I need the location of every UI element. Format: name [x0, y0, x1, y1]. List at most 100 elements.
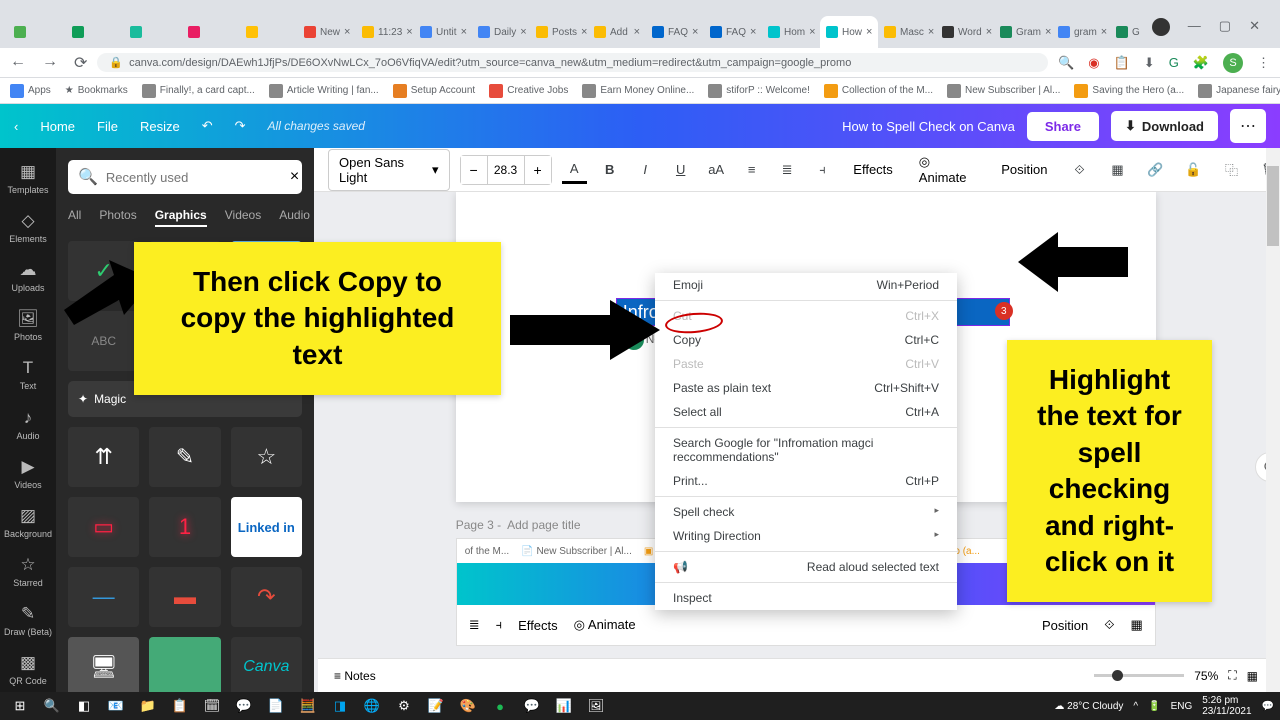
menu-icon[interactable]: ⋮ — [1257, 55, 1270, 71]
tab-active[interactable]: How× — [820, 16, 878, 48]
tab[interactable]: Daily× — [472, 16, 530, 48]
reload-button[interactable]: ⟳ — [74, 53, 87, 73]
ctx-paste[interactable]: PasteCtrl+V — [655, 352, 957, 376]
size-input[interactable] — [487, 156, 525, 184]
app-icon[interactable]: 📁 — [134, 694, 162, 718]
rail-elements[interactable]: ◇Elements — [0, 205, 56, 250]
search-input[interactable] — [106, 170, 282, 185]
ctx-emoji[interactable]: EmojiWin+Period — [655, 273, 957, 297]
tab-audio[interactable]: Audio — [279, 208, 310, 227]
bookmark[interactable]: Article Writing | fan... — [269, 84, 379, 98]
lock-icon[interactable]: 🔓 — [1179, 156, 1207, 184]
rail-templates[interactable]: ▦Templates — [0, 156, 56, 201]
copy-style-icon[interactable]: ⟐ — [1065, 156, 1093, 184]
position-button[interactable]: Position — [1042, 618, 1088, 633]
tab-all[interactable]: All — [68, 208, 81, 227]
tray-lang[interactable]: ENG — [1171, 701, 1193, 712]
link-icon[interactable]: 🔗 — [1141, 156, 1169, 184]
graphic-item[interactable]: — — [68, 567, 139, 627]
tab[interactable]: gram× — [1052, 16, 1110, 48]
copy-style-icon[interactable]: ⟐ — [1104, 617, 1114, 633]
tab[interactable]: New× — [298, 16, 356, 48]
position-button[interactable]: Position — [993, 157, 1055, 182]
bookmark[interactable]: Creative Jobs — [489, 84, 568, 98]
tab[interactable]: Hom× — [762, 16, 820, 48]
list-icon[interactable]: ≣ — [774, 156, 799, 184]
app-icon[interactable]: 📋 — [166, 694, 194, 718]
graphic-item[interactable]: ✎ — [149, 427, 220, 487]
graphic-item[interactable]: 1 — [149, 497, 220, 557]
tab[interactable]: Untit× — [414, 16, 472, 48]
ctx-select-all[interactable]: Select allCtrl+A — [655, 400, 957, 424]
bookmark[interactable]: New Subscriber | Al... — [947, 84, 1060, 98]
close-button[interactable]: ✕ — [1249, 18, 1260, 36]
graphic-item[interactable]: 🖥 — [68, 637, 139, 697]
spacing-icon[interactable]: ⫞ — [496, 617, 503, 633]
notifications-icon[interactable]: 💬 — [1262, 701, 1274, 712]
search-button[interactable]: 🔍 — [38, 694, 66, 718]
page-title-hint[interactable]: Add page title — [507, 518, 580, 532]
bold-button[interactable]: B — [597, 156, 622, 184]
app-icon[interactable]: 📊 — [550, 694, 578, 718]
tray-time[interactable]: 5:26 pm23/11/2021 — [1202, 695, 1251, 717]
animate-button[interactable]: ◎ Animate — [911, 149, 983, 190]
avatar-icon[interactable] — [1152, 18, 1170, 36]
grid-view-icon[interactable]: ▦ — [1247, 669, 1258, 683]
graphic-item[interactable]: ⇈ — [68, 427, 139, 487]
tab[interactable]: Gram× — [1110, 16, 1140, 48]
rail-background[interactable]: ▨Background — [0, 500, 56, 545]
file-menu[interactable]: File — [97, 119, 118, 134]
graphic-item[interactable]: ↷ — [231, 567, 302, 627]
tab[interactable] — [8, 16, 66, 48]
ctx-spell-check[interactable]: Spell check — [655, 500, 957, 524]
app-icon[interactable]: 💬 — [518, 694, 546, 718]
tab[interactable]: Add× — [588, 16, 646, 48]
ctx-inspect[interactable]: Inspect — [655, 586, 957, 610]
rail-text[interactable]: TText — [0, 352, 56, 397]
size-increase[interactable]: + — [525, 156, 551, 184]
rail-starred[interactable]: ☆Starred — [0, 549, 56, 594]
animate-button[interactable]: ◎ Animate — [574, 617, 636, 633]
zoom-value[interactable]: 75% — [1194, 669, 1218, 683]
app-icon[interactable]: 🗓 — [198, 694, 226, 718]
app-icon[interactable]: ● — [486, 694, 514, 718]
download-button[interactable]: ⬇Download — [1111, 111, 1218, 141]
app-icon[interactable]: ⚙ — [390, 694, 418, 718]
ext-icon[interactable]: ◉ — [1088, 55, 1099, 71]
size-decrease[interactable]: − — [461, 156, 487, 184]
rail-videos[interactable]: ▶Videos — [0, 451, 56, 496]
app-icon[interactable]: 📧 — [102, 694, 130, 718]
duplicate-icon[interactable]: ⿻ — [1217, 156, 1245, 184]
transparency-icon[interactable]: ▦ — [1130, 617, 1142, 633]
ctx-print[interactable]: Print...Ctrl+P — [655, 469, 957, 493]
start-button[interactable]: ⊞ — [6, 694, 34, 718]
rail-photos[interactable]: 🖼Photos — [0, 303, 56, 348]
fullscreen-icon[interactable]: ⛶ — [1228, 668, 1236, 683]
tab[interactable]: FAQ× — [704, 16, 762, 48]
graphic-item[interactable]: Canva — [231, 637, 302, 697]
tab[interactable]: Posts× — [530, 16, 588, 48]
grammarly-badge[interactable]: 3 — [995, 302, 1013, 320]
back-button[interactable]: ← — [10, 53, 26, 73]
tab[interactable] — [182, 16, 240, 48]
profile-avatar[interactable]: S — [1223, 53, 1243, 73]
maximize-button[interactable]: ▢ — [1219, 18, 1231, 36]
vertical-scrollbar[interactable] — [1266, 148, 1280, 692]
home-link[interactable]: Home — [40, 119, 75, 134]
share-button[interactable]: Share — [1027, 112, 1099, 141]
tab[interactable] — [124, 16, 182, 48]
more-button[interactable]: ⋯ — [1230, 109, 1266, 143]
url-input[interactable]: 🔒 canva.com/design/DAEwh1JfjPs/DE6OXvNwL… — [97, 53, 1048, 72]
redo-icon[interactable]: ↷ — [235, 118, 246, 134]
search-box[interactable]: 🔍 × — [68, 160, 302, 194]
chrome-icon[interactable]: 🌐 — [358, 694, 386, 718]
ext-icon[interactable]: ⬇ — [1144, 55, 1155, 71]
ext-icon[interactable]: 📋 — [1114, 55, 1130, 71]
bookmark[interactable]: Collection of the M... — [824, 84, 933, 98]
effects-button[interactable]: Effects — [518, 618, 558, 633]
clear-icon[interactable]: × — [290, 168, 299, 186]
app-icon[interactable]: 🖼 — [582, 694, 610, 718]
minimize-button[interactable]: — — [1188, 18, 1201, 36]
tab[interactable]: Masc× — [878, 16, 936, 48]
app-icon[interactable]: 🎨 — [454, 694, 482, 718]
